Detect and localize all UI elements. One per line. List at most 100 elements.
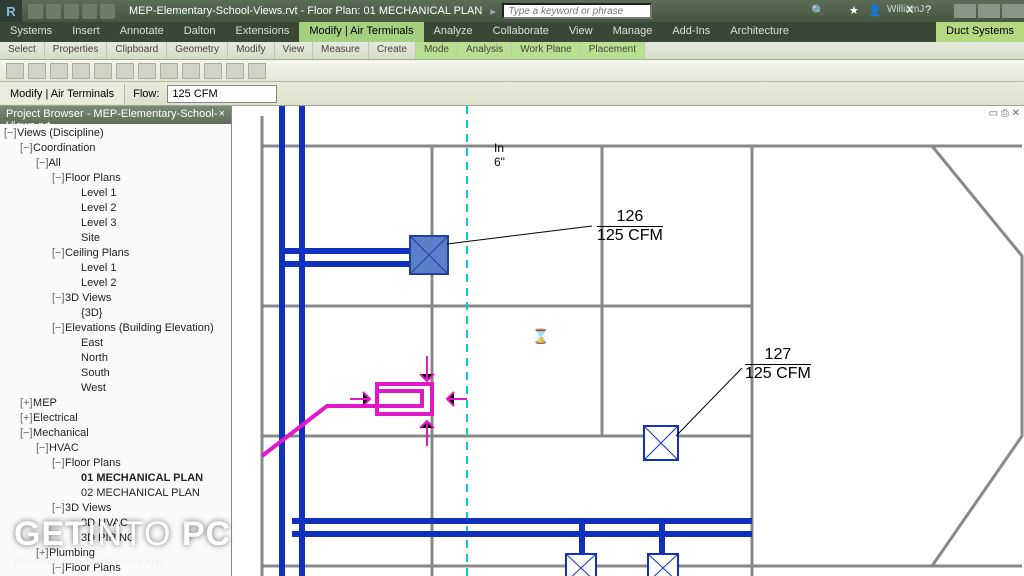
ribbon-panel[interactable]: Clipboard xyxy=(107,42,167,59)
tree-node[interactable]: [−] 3D Views xyxy=(0,291,231,306)
tree-node[interactable]: [−] HVAC xyxy=(0,441,231,456)
ribbon-tab[interactable]: Add-Ins xyxy=(662,22,720,42)
ribbon-panel[interactable]: Properties xyxy=(45,42,108,59)
tree-node[interactable]: [−] Views (Discipline) xyxy=(0,126,231,141)
qat-save-icon[interactable] xyxy=(46,4,61,19)
callout-id: 127 xyxy=(745,346,811,364)
ribbon-tab[interactable]: Systems xyxy=(0,22,62,42)
tree-node[interactable]: [−] All xyxy=(0,156,231,171)
callout-flow: 125 CFM xyxy=(745,364,811,383)
ribbon-panel[interactable]: Select xyxy=(0,42,45,59)
tool-icon[interactable] xyxy=(72,63,90,79)
close-button[interactable] xyxy=(1002,4,1024,18)
tool-icon[interactable] xyxy=(138,63,156,79)
quick-access-toolbar xyxy=(22,4,121,19)
tool-icon[interactable] xyxy=(6,63,24,79)
tree-node[interactable]: Level 2 xyxy=(0,201,231,216)
tool-icon[interactable] xyxy=(116,63,134,79)
ribbon-tab[interactable]: Manage xyxy=(603,22,663,42)
ribbon-tab[interactable]: Dalton xyxy=(174,22,226,42)
title-arrow-icon: ▸ xyxy=(490,5,502,18)
project-browser: Project Browser - MEP-Elementary-School-… xyxy=(0,106,232,576)
close-icon[interactable]: × xyxy=(219,108,225,122)
callout-127: 127 125 CFM xyxy=(745,346,811,382)
ribbon-panel[interactable]: Placement xyxy=(581,42,645,59)
callout-126: 126 125 CFM xyxy=(597,208,663,244)
minimize-button[interactable] xyxy=(954,4,976,18)
binoculars-icon[interactable]: 🔍 xyxy=(811,4,826,19)
user-name[interactable]: WilliamJ xyxy=(887,4,902,19)
ribbon-tab[interactable]: Insert xyxy=(62,22,110,42)
key-icon[interactable] xyxy=(830,4,845,19)
qat-redo-icon[interactable] xyxy=(82,4,97,19)
tree-node[interactable]: 01 MECHANICAL PLAN xyxy=(0,471,231,486)
qat-print-icon[interactable] xyxy=(100,4,115,19)
tool-icon[interactable] xyxy=(160,63,178,79)
ribbon-tab[interactable]: Annotate xyxy=(110,22,174,42)
ribbon-panel[interactable]: Work Plane xyxy=(512,42,581,59)
tree-node[interactable]: Level 2 xyxy=(0,276,231,291)
tree-node[interactable]: Site xyxy=(0,231,231,246)
floorplan-svg: In 6" ⌛ xyxy=(232,106,1024,576)
app-logo[interactable]: R xyxy=(0,0,22,22)
tree-node[interactable]: [−] Floor Plans xyxy=(0,456,231,471)
tree-node[interactable]: [−] 3D Views xyxy=(0,501,231,516)
tree-node[interactable]: [−] Mechanical xyxy=(0,426,231,441)
ribbon-tab[interactable]: Analyze xyxy=(424,22,483,42)
tree-node[interactable]: Level 3 xyxy=(0,216,231,231)
in-label: In xyxy=(494,141,504,155)
maximize-button[interactable] xyxy=(978,4,1000,18)
tree-node[interactable]: [−] Elevations (Building Elevation) xyxy=(0,321,231,336)
tool-icon[interactable] xyxy=(28,63,46,79)
tree-node[interactable]: {3D} xyxy=(0,306,231,321)
ribbon-tabs: SystemsInsertAnnotateDaltonExtensionsMod… xyxy=(0,22,1024,42)
tool-icon[interactable] xyxy=(50,63,68,79)
ribbon-tab[interactable]: View xyxy=(559,22,603,42)
tree-node[interactable]: Level 1 xyxy=(0,186,231,201)
search-input[interactable] xyxy=(502,3,652,19)
ribbon-panel[interactable]: Modify xyxy=(228,42,274,59)
qat-undo-icon[interactable] xyxy=(64,4,79,19)
tool-icon[interactable] xyxy=(226,63,244,79)
ribbon-panel[interactable]: Mode xyxy=(416,42,458,59)
tree-node[interactable]: [+] MEP xyxy=(0,396,231,411)
tree-node[interactable]: [−] Ceiling Plans xyxy=(0,246,231,261)
tool-icon[interactable] xyxy=(248,63,266,79)
tree-node[interactable]: Level 1 xyxy=(0,261,231,276)
ribbon-panel[interactable]: Analysis xyxy=(458,42,512,59)
help-icon[interactable]: ? xyxy=(925,4,940,19)
tree-node[interactable]: 02 MECHANICAL PLAN xyxy=(0,486,231,501)
svg-text:⌛: ⌛ xyxy=(532,328,549,345)
dim-label: 6" xyxy=(494,155,505,169)
tree-node[interactable]: [−] Floor Plans xyxy=(0,171,231,186)
flow-input[interactable] xyxy=(167,85,277,103)
drawing-canvas[interactable]: ▭ ⎙ ✕ xyxy=(232,106,1024,576)
ribbon-tab[interactable]: Collaborate xyxy=(483,22,559,42)
project-browser-title: Project Browser - MEP-Elementary-School-… xyxy=(0,106,231,124)
tree-node[interactable]: [−] Coordination xyxy=(0,141,231,156)
ribbon-tab[interactable]: Architecture xyxy=(720,22,799,42)
tree-node[interactable]: East xyxy=(0,336,231,351)
ribbon-panel[interactable]: Geometry xyxy=(167,42,228,59)
project-tree[interactable]: [−] Views (Discipline)[−] Coordination[−… xyxy=(0,124,231,576)
flow-label: Flow: xyxy=(125,88,167,100)
tree-node[interactable]: North xyxy=(0,351,231,366)
signin-icon[interactable]: 👤 xyxy=(868,4,883,19)
pb-title-text: Project Browser - MEP-Elementary-School-… xyxy=(6,108,219,122)
callout-flow: 125 CFM xyxy=(597,226,663,245)
ribbon-panel[interactable]: Measure xyxy=(313,42,369,59)
tree-node[interactable]: West xyxy=(0,381,231,396)
tool-icon[interactable] xyxy=(204,63,222,79)
tree-node[interactable]: [+] Electrical xyxy=(0,411,231,426)
tool-icon[interactable] xyxy=(182,63,200,79)
tool-icon[interactable] xyxy=(94,63,112,79)
ribbon-panel[interactable]: Create xyxy=(369,42,416,59)
tree-node[interactable]: South xyxy=(0,366,231,381)
qat-open-icon[interactable] xyxy=(28,4,43,19)
contextual-tab[interactable]: Duct Systems xyxy=(936,22,1024,42)
star-icon[interactable]: ★ xyxy=(849,4,864,19)
exchange-icon[interactable]: X xyxy=(906,4,921,19)
ribbon-tab[interactable]: Extensions xyxy=(226,22,300,42)
ribbon-panel[interactable]: View xyxy=(275,42,314,59)
ribbon-tab[interactable]: Modify | Air Terminals xyxy=(299,22,423,42)
